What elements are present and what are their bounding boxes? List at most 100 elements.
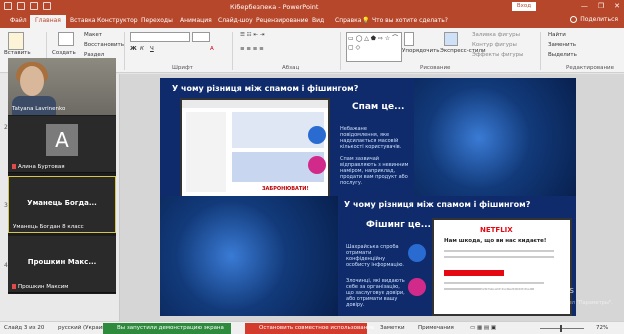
muted-mic-icon xyxy=(12,164,16,169)
tab-slideshow[interactable]: Слайд-шоу xyxy=(218,17,253,24)
spam-definition: Небажане повідомлення, яке надсилається … xyxy=(340,126,402,150)
tab-animations[interactable]: Анимация xyxy=(180,17,212,24)
participant-display-name: Уманець Богда... xyxy=(27,199,97,207)
screen-share-banner: Вы запустили демонстрацию экрана xyxy=(103,323,231,334)
tech-background-image xyxy=(160,196,338,316)
participant-name: Уманець Богдан 8 класс xyxy=(13,224,84,230)
netflix-message: Нам шкода, що ви нас кидаєте! xyxy=(444,238,547,244)
new-slide-icon[interactable] xyxy=(58,32,74,46)
tab-view[interactable]: Вид xyxy=(312,17,324,24)
participant-display-name: Прошкин Макс... xyxy=(27,258,97,266)
slide-counter: Слайд 3 из 20 xyxy=(4,325,45,331)
window-title: Кібербезпека - PowerPoint xyxy=(230,3,319,11)
participant-tile[interactable]: Уманець Богда... Уманець Богдан 8 класс xyxy=(8,176,116,233)
select-button[interactable]: Выделить xyxy=(548,52,577,58)
underline-icon[interactable]: Ч xyxy=(150,46,154,52)
stop-sharing-button[interactable]: Остановить совместное использование xyxy=(245,323,374,334)
minimize-button[interactable]: — xyxy=(581,2,588,10)
paste-button[interactable]: Вставить xyxy=(4,50,31,56)
netflix-logo: NETFLIX xyxy=(480,226,513,234)
paragraph-group-label: Абзац xyxy=(282,65,300,71)
zoom-level[interactable]: 72% xyxy=(596,325,608,331)
notes-button[interactable]: Заметки xyxy=(380,325,405,331)
quick-styles-icon[interactable] xyxy=(444,32,458,46)
comments-button[interactable]: Примечания xyxy=(418,325,454,331)
arrange-button[interactable]: Упорядочить xyxy=(402,48,440,54)
font-family-select[interactable] xyxy=(130,32,190,42)
tab-design[interactable]: Конструктор xyxy=(97,17,138,24)
editing-group-label: Редактирование xyxy=(566,65,614,71)
drawing-group-label: Рисование xyxy=(420,65,451,71)
find-button[interactable]: Найти xyxy=(548,32,566,38)
save-icon[interactable] xyxy=(4,2,12,10)
participant-name: Прошкин Максим xyxy=(12,284,68,290)
spam-heading: Спам це... xyxy=(352,102,405,112)
layout-button[interactable]: Макет xyxy=(84,32,102,38)
share-button[interactable]: Поделиться xyxy=(570,16,618,23)
phishing-heading: Фішинг це... xyxy=(366,220,431,230)
zoom-slider-thumb[interactable] xyxy=(560,325,562,332)
tech-background-image xyxy=(414,78,576,198)
laptop-screenshot: ЗАБРОНЮВАТИ! xyxy=(180,98,330,198)
shape-fill-button[interactable]: Заливка фигуры xyxy=(472,32,520,38)
start-slideshow-icon[interactable] xyxy=(43,2,51,10)
italic-icon[interactable]: К xyxy=(140,46,144,52)
sign-in-button[interactable]: Вход xyxy=(512,2,536,11)
tab-help[interactable]: Справка xyxy=(335,17,361,24)
spam-description: Спам зазвичай відправляють з невинним на… xyxy=(340,156,409,186)
participant-tile[interactable]: Tatyana Lavrinenko xyxy=(8,58,116,115)
activation-watermark-hint: Чтобы активировать Windows, перейдите в … xyxy=(440,300,613,306)
slide-phishing[interactable]: У чому різниця між спамом і фішингом? Фі… xyxy=(160,196,576,316)
envelope-icon xyxy=(308,126,326,144)
phishing-definition: Шахрайська спроба отримати конфіденційну… xyxy=(346,244,405,268)
phishing-description: Злочинці, які видають себе за організаці… xyxy=(346,278,405,308)
participant-tile[interactable]: A Алина Буртовая xyxy=(8,116,116,173)
shapes-gallery[interactable]: ▭ ◯ △ ⬟ ⇨ ☆ ⌒ ▢ ◇ xyxy=(346,32,402,62)
person-icon xyxy=(570,16,578,23)
tab-insert[interactable]: Вставка xyxy=(70,17,95,24)
redo-icon[interactable] xyxy=(30,2,38,10)
zoom-slider[interactable] xyxy=(540,328,584,329)
quick-access-toolbar xyxy=(4,2,51,10)
tab-review[interactable]: Рецензирование xyxy=(256,17,308,24)
maximize-button[interactable]: ❐ xyxy=(598,2,604,10)
shape-outline-button[interactable]: Контур фигуры xyxy=(472,42,517,48)
reset-button[interactable]: Восстановить xyxy=(84,42,124,48)
tab-home[interactable]: Главная xyxy=(30,15,66,28)
lightbulb-icon: 💡 xyxy=(362,17,370,24)
participant-tile[interactable]: Прошкин Макс... Прошкин Максим xyxy=(8,236,116,293)
megaphone-icon xyxy=(408,278,426,296)
video-call-panel: Tatyana Lavrinenko A Алина Буртовая Уман… xyxy=(8,58,116,294)
arrange-icon[interactable] xyxy=(404,32,414,46)
new-slide-button[interactable]: Создать xyxy=(52,50,76,56)
participant-name: Tatyana Lavrinenko xyxy=(12,106,66,112)
restart-button-image xyxy=(444,270,504,276)
title-bar: Кібербезпека - PowerPoint Вход — ❐ ✕ xyxy=(0,0,624,14)
bullets-icon[interactable]: ☰ ☷ ⇤ ⇥ xyxy=(240,32,264,38)
muted-mic-icon xyxy=(12,284,16,289)
slide-spam[interactable]: У чому різниця між спамом і фішингом? ЗА… xyxy=(160,78,576,198)
view-buttons[interactable]: ▭ ▦ ▤ ▣ xyxy=(470,325,496,331)
bold-icon[interactable]: Ж xyxy=(130,46,137,52)
replace-button[interactable]: Заменить xyxy=(548,42,576,48)
megaphone-icon xyxy=(308,156,326,174)
participant-name: Алина Буртовая xyxy=(12,164,65,170)
book-label: ЗАБРОНЮВАТИ! xyxy=(262,186,309,192)
font-color-icon[interactable]: А xyxy=(210,46,214,52)
shape-effects-button[interactable]: Эффекты фигуры xyxy=(472,52,524,58)
slide-title: У чому різниця між спамом і фішингом? xyxy=(344,200,531,209)
tell-me-search[interactable]: Что вы хотите сделать? xyxy=(372,17,448,24)
tab-transitions[interactable]: Переходы xyxy=(141,17,173,24)
avatar: A xyxy=(46,124,78,156)
undo-icon[interactable] xyxy=(17,2,25,10)
ribbon-tabs: Файл Главная Вставка Конструктор Переход… xyxy=(0,14,624,28)
envelope-icon xyxy=(408,244,426,262)
font-group-label: Шрифт xyxy=(172,65,193,71)
status-bar: Слайд 3 из 20 русский (Украина) Вы запус… xyxy=(0,321,624,334)
paste-icon[interactable] xyxy=(8,32,24,50)
close-button[interactable]: ✕ xyxy=(614,2,620,10)
tab-file[interactable]: Файл xyxy=(10,17,27,24)
activation-watermark: Активация Windows xyxy=(480,286,574,296)
align-icons[interactable]: ≡ ≡ ≡ ≡ xyxy=(240,46,264,52)
font-size-select[interactable] xyxy=(192,32,210,42)
